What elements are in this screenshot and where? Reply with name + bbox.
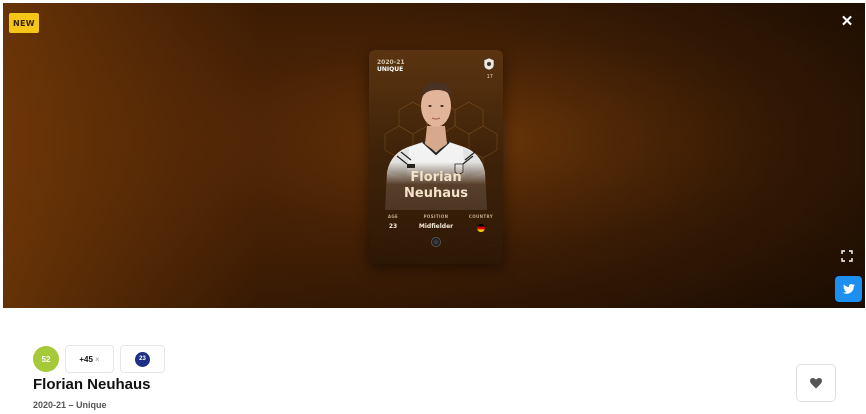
card-first-name: Florian — [410, 170, 462, 185]
stat-position-value: Midfielder — [418, 223, 454, 230]
card-last-name: Neuhaus — [404, 186, 468, 201]
stat-age: AGE 23 — [383, 214, 403, 230]
card-hero-banner: NEW ✕ 2020-21 UNIQUE 17 Florian Neuhaus … — [3, 3, 865, 308]
card-rarity: UNIQUE — [377, 66, 404, 73]
heart-icon — [810, 377, 822, 388]
stat-position: POSITION Midfielder — [414, 214, 458, 230]
xp-badge: +45 × — [65, 345, 114, 373]
stat-country: COUNTRY — [467, 214, 495, 237]
stat-age-label: AGE — [387, 214, 399, 219]
xp-value: +45 — [79, 354, 93, 364]
player-card[interactable]: 2020-21 UNIQUE 17 Florian Neuhaus AGE 23… — [369, 50, 503, 264]
card-season: 2020-21 — [377, 59, 405, 66]
stat-position-label: POSITION — [423, 214, 449, 219]
twitter-icon — [842, 284, 855, 294]
level-badge: 23 — [120, 345, 165, 373]
twitter-share-button[interactable] — [835, 276, 862, 302]
favorite-button[interactable] — [796, 364, 836, 402]
player-name: Florian Neuhaus — [33, 376, 151, 393]
new-badge: NEW — [9, 13, 39, 33]
card-player-name: Florian Neuhaus — [369, 170, 503, 202]
fullscreen-icon — [841, 250, 853, 262]
close-icon: ✕ — [840, 13, 854, 30]
fullscreen-button[interactable] — [839, 248, 855, 264]
crest-icon — [483, 57, 495, 71]
shirt-number: 17 — [486, 74, 493, 80]
level-value: 23 — [135, 351, 150, 367]
stat-age-value: 23 — [388, 223, 398, 230]
xp-unit: × — [94, 354, 100, 364]
card-chip-icon — [431, 237, 441, 247]
score-badge: 52 — [33, 346, 59, 372]
stat-country-label: COUNTRY — [468, 214, 494, 219]
close-button[interactable]: ✕ — [839, 13, 855, 30]
germany-flag-icon — [477, 224, 485, 232]
card-stats-row: 52 +45 × 23 — [33, 345, 165, 373]
card-subtitle: 2020-21 – Unique — [33, 400, 107, 410]
